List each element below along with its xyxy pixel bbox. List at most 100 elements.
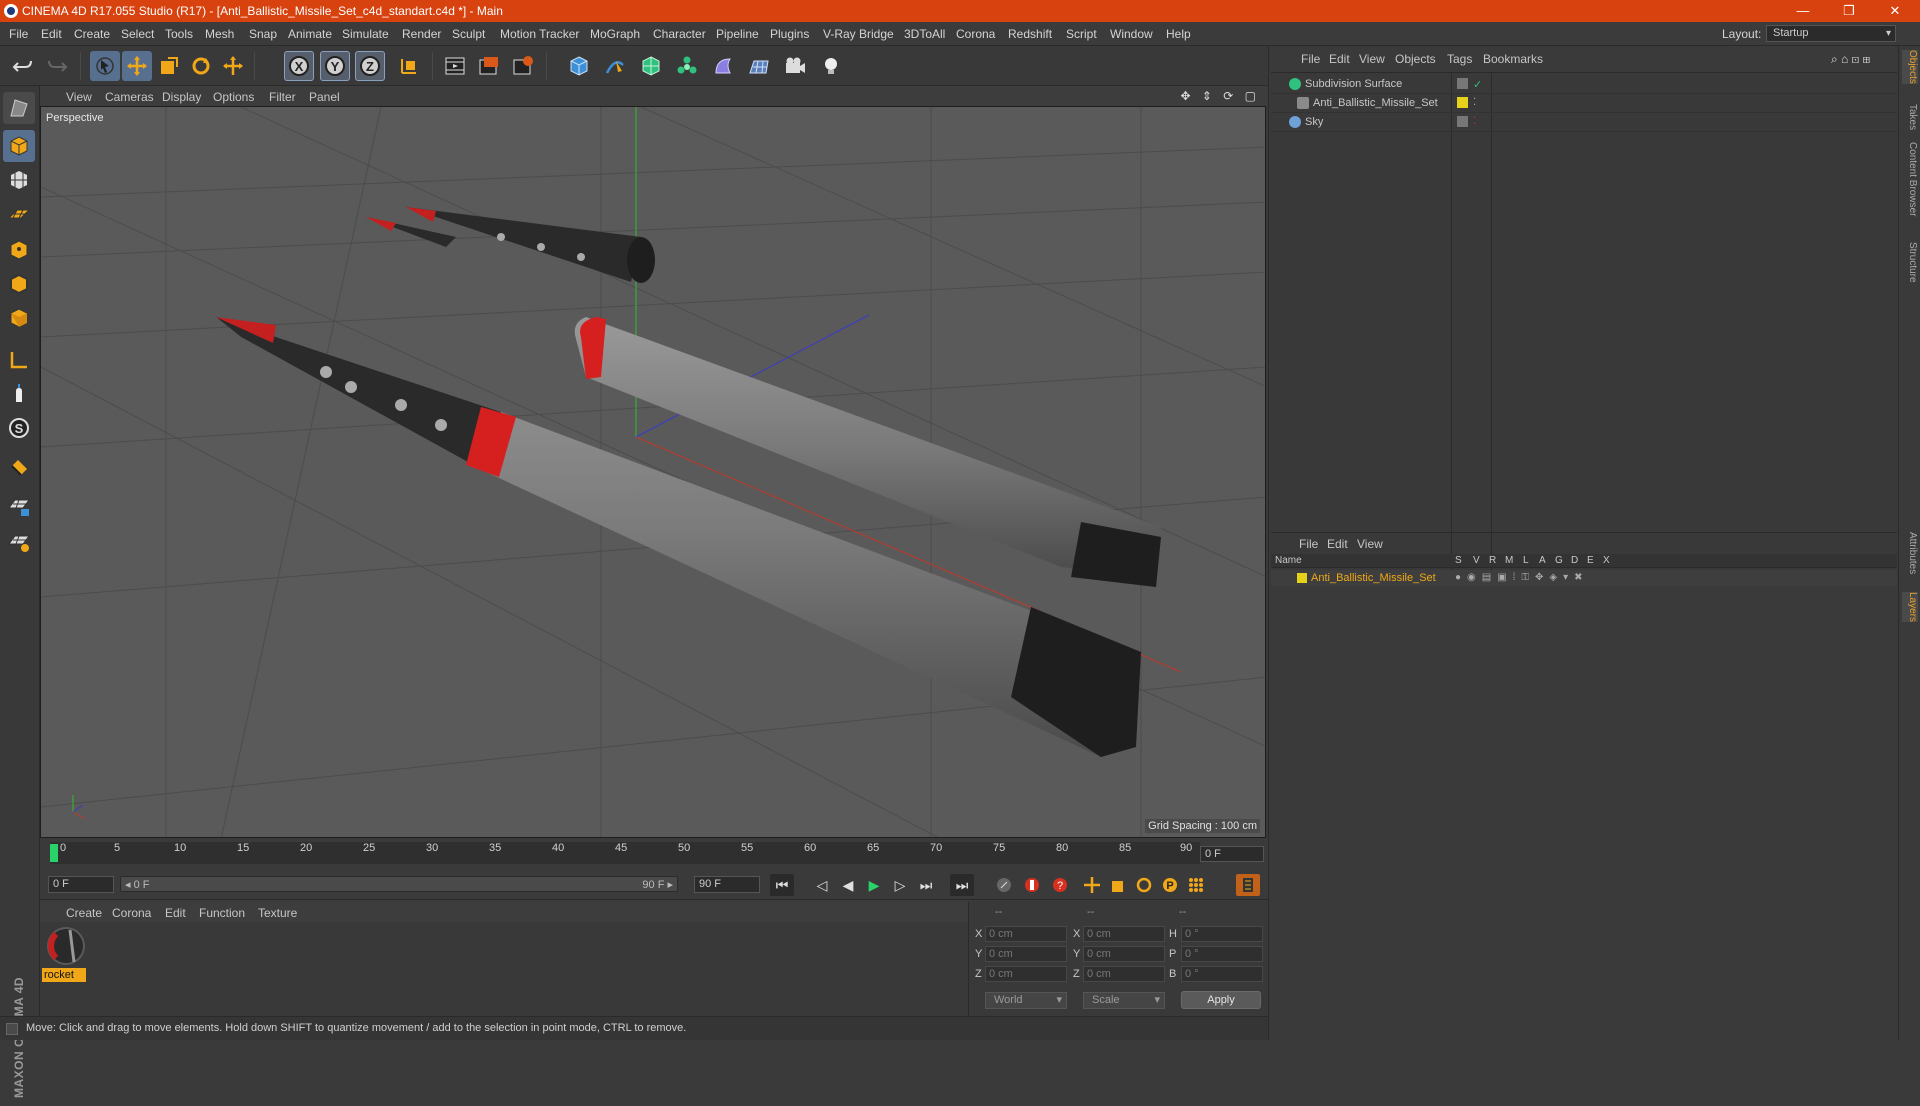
cube-icon[interactable] <box>564 51 594 81</box>
layer-color-swatch[interactable] <box>1297 573 1307 583</box>
x-axis-icon[interactable]: X <box>284 51 314 81</box>
menu-redshift[interactable]: Redshift <box>1008 27 1052 41</box>
scale-icon[interactable] <box>154 51 184 81</box>
axis-mode-icon[interactable] <box>3 344 35 376</box>
object-name[interactable]: Subdivision Surface <box>1305 78 1402 90</box>
timeline-window-icon[interactable] <box>1236 874 1260 896</box>
tab-structure[interactable]: Structure <box>1902 242 1918 283</box>
close-button[interactable]: ✕ <box>1872 0 1918 22</box>
menu-edit[interactable]: Edit <box>41 27 62 41</box>
menu-create[interactable]: Create <box>74 27 110 41</box>
om-menu-tags[interactable]: Tags <box>1447 52 1472 66</box>
menu-render[interactable]: Render <box>402 27 441 41</box>
viewport-nav-icons[interactable]: ✥ ⇕ ⟳ ▢ <box>1180 89 1260 103</box>
render-picture-viewer-icon[interactable] <box>474 51 504 81</box>
viewport-menu-view[interactable]: View <box>66 90 92 104</box>
apply-button[interactable]: Apply <box>1181 991 1261 1009</box>
menu-select[interactable]: Select <box>121 27 154 41</box>
layer-color-tag-icon[interactable] <box>1457 97 1468 108</box>
position-z-field[interactable]: 0 cm <box>985 966 1067 982</box>
size-mode-select[interactable]: Scale <box>1083 992 1165 1009</box>
step-forward-button[interactable]: ▷ <box>888 874 912 896</box>
size-x-field[interactable]: 0 cm <box>1083 926 1165 942</box>
size-z-field[interactable]: 0 cm <box>1083 966 1165 982</box>
render-view-icon[interactable] <box>440 51 470 81</box>
deformer-icon[interactable] <box>708 51 738 81</box>
visibility-dots-icon[interactable]: ⁚ <box>1473 116 1484 127</box>
object-name[interactable]: Anti_Ballistic_Missile_Set <box>1313 97 1438 109</box>
points-mode-icon[interactable] <box>3 234 35 266</box>
make-editable-icon[interactable] <box>3 92 35 124</box>
select-arrow-icon[interactable] <box>90 51 120 81</box>
key-rotation-icon[interactable] <box>1132 874 1156 896</box>
om-menu-bookmarks[interactable]: Bookmarks <box>1483 52 1543 66</box>
z-axis-icon[interactable]: Z <box>355 51 385 81</box>
material-menu-function[interactable]: Function <box>199 906 245 920</box>
rotate-icon[interactable] <box>186 51 216 81</box>
menu-mesh[interactable]: Mesh <box>205 27 234 41</box>
rotation-b-field[interactable]: 0 ° <box>1181 966 1263 982</box>
menu-window[interactable]: Window <box>1110 27 1153 41</box>
record-keys-icon[interactable] <box>992 874 1016 896</box>
menu-motion-tracker[interactable]: Motion Tracker <box>500 27 579 41</box>
planar-workplane-icon[interactable] <box>3 526 35 558</box>
menu-3dtoall[interactable]: 3DToAll <box>904 27 945 41</box>
start-frame-field[interactable]: 0 F <box>48 876 114 893</box>
menu-sculpt[interactable]: Sculpt <box>452 27 485 41</box>
keyframe-selection-icon[interactable]: ? <box>1048 874 1072 896</box>
light-icon[interactable] <box>816 51 846 81</box>
layer-name[interactable]: Anti_Ballistic_Missile_Set <box>1311 572 1436 584</box>
menu-plugins[interactable]: Plugins <box>770 27 809 41</box>
material-menu-corona[interactable]: Corona <box>112 906 151 920</box>
position-x-field[interactable]: 0 cm <box>985 926 1067 942</box>
layer-flag-icons[interactable]: ●◉▤▣⁞⚿✥◈▾✖ <box>1455 572 1589 583</box>
visibility-toggle-icon[interactable] <box>1457 78 1468 89</box>
object-row[interactable]: Subdivision Surface ✓ <box>1271 75 1897 94</box>
current-frame-field[interactable]: 0 F <box>1200 846 1264 862</box>
snap-icon[interactable]: S <box>3 412 35 444</box>
pen-icon[interactable] <box>600 51 630 81</box>
coordinate-system-icon[interactable] <box>394 51 424 81</box>
menu-script[interactable]: Script <box>1066 27 1097 41</box>
lm-menu-view[interactable]: View <box>1357 537 1383 551</box>
rotation-p-field[interactable]: 0 ° <box>1181 946 1263 962</box>
om-menu-objects[interactable]: Objects <box>1395 52 1436 66</box>
key-scale-icon[interactable] <box>1106 874 1130 896</box>
menu-mograph[interactable]: MoGraph <box>590 27 640 41</box>
end-frame-field[interactable]: 90 F <box>694 876 760 893</box>
play-button[interactable]: ▶ <box>862 874 886 896</box>
perspective-viewport[interactable]: Perspective Grid Spacing : 100 cm <box>40 106 1266 838</box>
magnet-icon[interactable] <box>3 452 35 484</box>
tab-layers[interactable]: Layers <box>1902 592 1918 623</box>
preview-range-slider[interactable]: ◂ 0 F 90 F ▸ <box>120 876 678 892</box>
maximize-button[interactable]: ❐ <box>1826 0 1872 22</box>
object-row[interactable]: Sky ⁚ <box>1271 113 1897 132</box>
enabled-check-icon[interactable]: ✓ <box>1473 78 1484 91</box>
tab-takes[interactable]: Takes <box>1902 104 1918 130</box>
undo-icon[interactable] <box>8 51 38 81</box>
lm-menu-edit[interactable]: Edit <box>1327 537 1348 551</box>
layout-select[interactable]: Startup <box>1766 25 1896 42</box>
key-parameter-icon[interactable]: P <box>1158 874 1182 896</box>
layer-row[interactable]: Anti_Ballistic_Missile_Set ●◉▤▣⁞⚿✥◈▾✖ <box>1271 570 1897 586</box>
timeline-ruler[interactable]: 0 5 10 15 20 25 30 35 40 45 50 55 60 65 … <box>50 842 1200 864</box>
menu-vray-bridge[interactable]: V-Ray Bridge <box>823 27 894 41</box>
scene-canvas[interactable] <box>41 107 1266 838</box>
redo-icon[interactable] <box>42 51 72 81</box>
menu-animate[interactable]: Animate <box>288 27 332 41</box>
texture-mode-icon[interactable] <box>3 164 35 196</box>
cloner-icon[interactable] <box>672 51 702 81</box>
menu-help[interactable]: Help <box>1166 27 1191 41</box>
floor-icon[interactable] <box>744 51 774 81</box>
go-to-start-button[interactable]: ⏮ <box>770 874 794 896</box>
menu-pipeline[interactable]: Pipeline <box>716 27 759 41</box>
step-back-button[interactable]: ◀ <box>836 874 860 896</box>
move-tool-icon[interactable] <box>218 51 248 81</box>
om-menu-edit[interactable]: Edit <box>1329 52 1350 66</box>
menu-corona[interactable]: Corona <box>956 27 995 41</box>
size-y-field[interactable]: 0 cm <box>1083 946 1165 962</box>
timeline[interactable]: 0 5 10 15 20 25 30 35 40 45 50 55 60 65 … <box>40 838 1268 870</box>
move-icon[interactable] <box>122 51 152 81</box>
material-menu-edit[interactable]: Edit <box>165 906 186 920</box>
render-settings-icon[interactable] <box>508 51 538 81</box>
